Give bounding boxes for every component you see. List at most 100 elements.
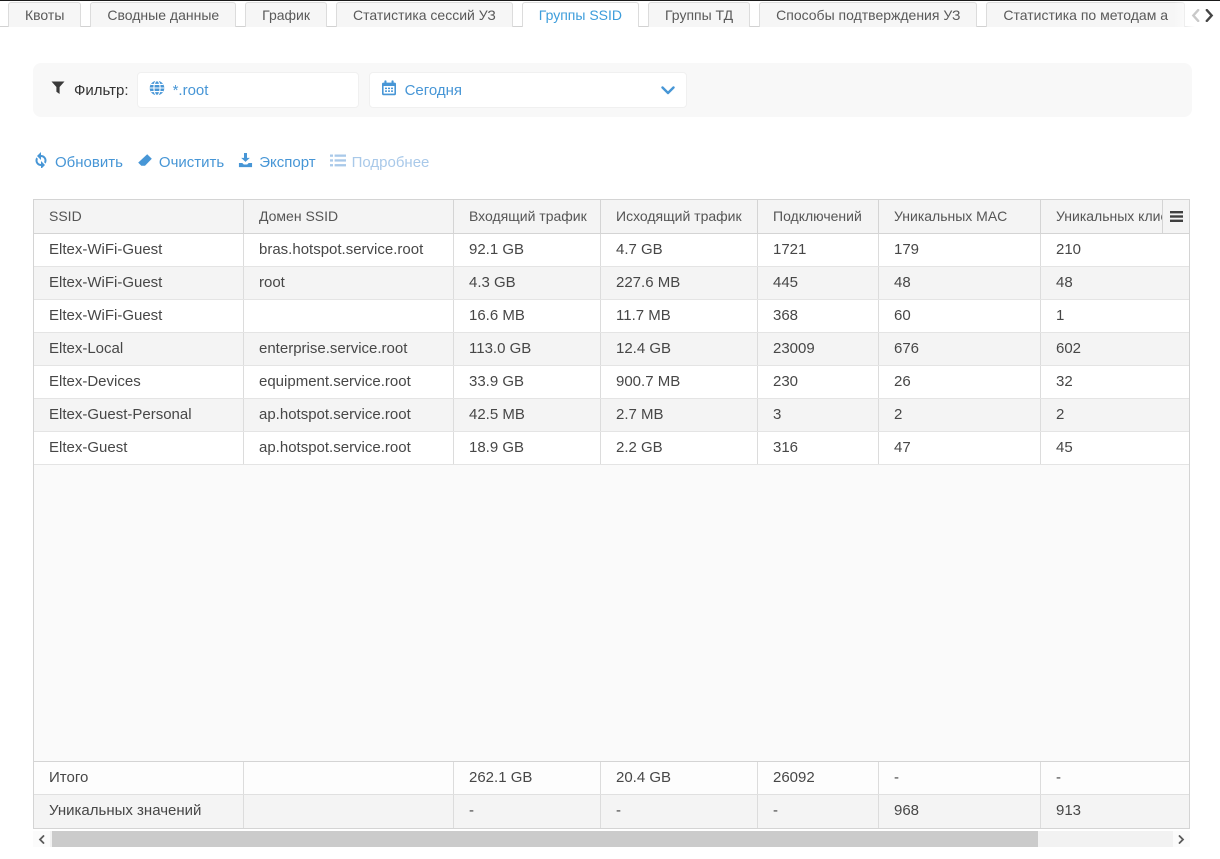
scroll-right-button[interactable] [1173, 831, 1190, 847]
cell-domain [244, 795, 454, 828]
tab-3[interactable]: Статистика сессий УЗ [336, 2, 513, 27]
chevron-left-icon [38, 835, 45, 844]
tab-label: Сводные данные [107, 7, 219, 23]
cell-domain [244, 300, 454, 332]
column-header-ssid[interactable]: SSID [34, 200, 244, 233]
cell-ssid: Eltex-WiFi-Guest [34, 267, 244, 299]
cell-ssid: Итого [34, 762, 244, 794]
cell-domain: equipment.service.root [244, 366, 454, 398]
cell-tx-traffic: 4.7 GB [601, 234, 758, 266]
cell-domain: ap.hotspot.service.root [244, 432, 454, 464]
cell-tx-traffic: 11.7 MB [601, 300, 758, 332]
cell-connections: 1721 [758, 234, 879, 266]
clear-button[interactable]: Очистить [137, 153, 224, 172]
period-select[interactable]: Сегодня [369, 72, 687, 108]
download-icon [238, 153, 253, 172]
tab-label: График [262, 7, 310, 23]
table-row[interactable]: Eltex-Localenterprise.service.root113.0 … [34, 333, 1189, 366]
cell-rx-traffic: 42.5 MB [454, 399, 601, 431]
cell-unique-mac: 2 [879, 399, 1041, 431]
tab-label: Способы подтверждения УЗ [776, 7, 960, 23]
column-header-rx-traffic[interactable]: Входящий трафик [454, 200, 601, 233]
cell-ssid: Eltex-Local [34, 333, 244, 365]
cell-tx-traffic: 2.7 MB [601, 399, 758, 431]
column-header-connections[interactable]: Подключений [758, 200, 879, 233]
cell-connections: 230 [758, 366, 879, 398]
cell-unique-clients: 602 [1041, 333, 1189, 365]
export-button[interactable]: Экспорт [238, 153, 315, 172]
table-row[interactable]: Eltex-Devicesequipment.service.root33.9 … [34, 366, 1189, 399]
eraser-icon [137, 153, 153, 172]
cell-rx-traffic: 262.1 GB [454, 762, 601, 794]
refresh-button[interactable]: Обновить [33, 152, 123, 172]
scroll-left-button[interactable] [33, 831, 50, 847]
tab-strip: Квоты Сводные данные График Статистика сесс… [8, 1, 1220, 27]
details-button[interactable]: Подробнее [330, 154, 430, 171]
filter-label: Фильтр: [74, 82, 129, 99]
tab-2[interactable]: График [245, 2, 327, 27]
cell-rx-traffic: 33.9 GB [454, 366, 601, 398]
column-header-domain[interactable]: Домен SSID [244, 200, 454, 233]
cell-unique-clients: 45 [1041, 432, 1189, 464]
globe-icon [149, 80, 165, 101]
column-header-tx-traffic[interactable]: Исходящий трафик [601, 200, 758, 233]
table-row[interactable]: Eltex-Guest-Personalap.hotspot.service.r… [34, 399, 1189, 432]
details-label: Подробнее [352, 154, 430, 171]
table-row[interactable]: Eltex-WiFi-Guest16.6 MB11.7 MB368601 [34, 300, 1189, 333]
cell-domain [244, 762, 454, 794]
cell-tx-traffic: 20.4 GB [601, 762, 758, 794]
filter-funnel-icon [51, 81, 65, 100]
refresh-icon [33, 152, 49, 172]
cell-tx-traffic: 2.2 GB [601, 432, 758, 464]
cell-domain: root [244, 267, 454, 299]
clear-label: Очистить [159, 154, 224, 171]
cell-unique-mac: 26 [879, 366, 1041, 398]
ssid-filter-input[interactable] [137, 72, 359, 108]
cell-unique-clients: 913 [1041, 795, 1189, 828]
ssid-filter-value[interactable] [173, 82, 333, 99]
cell-ssid: Eltex-Guest [34, 432, 244, 464]
export-label: Экспорт [259, 154, 315, 171]
tab-label: Статистика по методам а [1003, 7, 1168, 23]
tab-4[interactable]: Группы SSID [522, 2, 639, 27]
tab-5[interactable]: Группы ТД [648, 2, 750, 27]
tab-scroll-right-icon[interactable] [1204, 9, 1215, 22]
summary-row-total: Итого262.1 GB20.4 GB26092-- [34, 762, 1189, 795]
cell-unique-mac: 48 [879, 267, 1041, 299]
tab-scroll-left-icon[interactable] [1190, 9, 1201, 22]
ssid-groups-table: SSIDДомен SSIDВходящий трафикИсходящий т… [33, 199, 1190, 829]
cell-domain: ap.hotspot.service.root [244, 399, 454, 431]
cell-rx-traffic: 113.0 GB [454, 333, 601, 365]
table-row[interactable]: Eltex-WiFi-Guestbras.hotspot.service.roo… [34, 234, 1189, 267]
table-header-row: SSIDДомен SSIDВходящий трафикИсходящий т… [34, 200, 1189, 234]
cell-unique-mac: 968 [879, 795, 1041, 828]
scrollbar-thumb[interactable] [52, 831, 1038, 847]
cell-tx-traffic: - [601, 795, 758, 828]
column-header-unique-mac[interactable]: Уникальных MAC [879, 200, 1041, 233]
table-row[interactable]: Eltex-WiFi-Guestroot4.3 GB227.6 MB445484… [34, 267, 1189, 300]
cell-ssid: Уникальных значений [34, 795, 244, 828]
column-menu-button[interactable] [1162, 200, 1189, 233]
tab-label: Группы SSID [539, 7, 622, 23]
tab-label: Группы ТД [665, 7, 733, 23]
tab-bar: Квоты Сводные данные График Статистика сесс… [0, 0, 1220, 27]
chevron-down-icon [661, 86, 675, 95]
table-row[interactable]: Eltex-Guestap.hotspot.service.root18.9 G… [34, 432, 1189, 465]
horizontal-scrollbar[interactable] [33, 831, 1190, 847]
refresh-label: Обновить [55, 154, 123, 171]
cell-connections: - [758, 795, 879, 828]
cell-connections: 445 [758, 267, 879, 299]
tab-6[interactable]: Способы подтверждения УЗ [759, 2, 977, 27]
calendar-icon [381, 80, 397, 101]
tab-1[interactable]: Сводные данные [90, 2, 236, 27]
cell-unique-clients: 48 [1041, 267, 1189, 299]
cell-rx-traffic: - [454, 795, 601, 828]
cell-tx-traffic: 900.7 MB [601, 366, 758, 398]
cell-domain: enterprise.service.root [244, 333, 454, 365]
cell-rx-traffic: 18.9 GB [454, 432, 601, 464]
tab-0[interactable]: Квоты [8, 2, 81, 27]
toolbar: Обновить Очистить Экспорт Подробнее [33, 152, 1190, 172]
period-value: Сегодня [405, 82, 463, 99]
tab-7[interactable]: Статистика по методам а [986, 2, 1185, 27]
table-body: Eltex-WiFi-Guestbras.hotspot.service.roo… [34, 234, 1189, 465]
